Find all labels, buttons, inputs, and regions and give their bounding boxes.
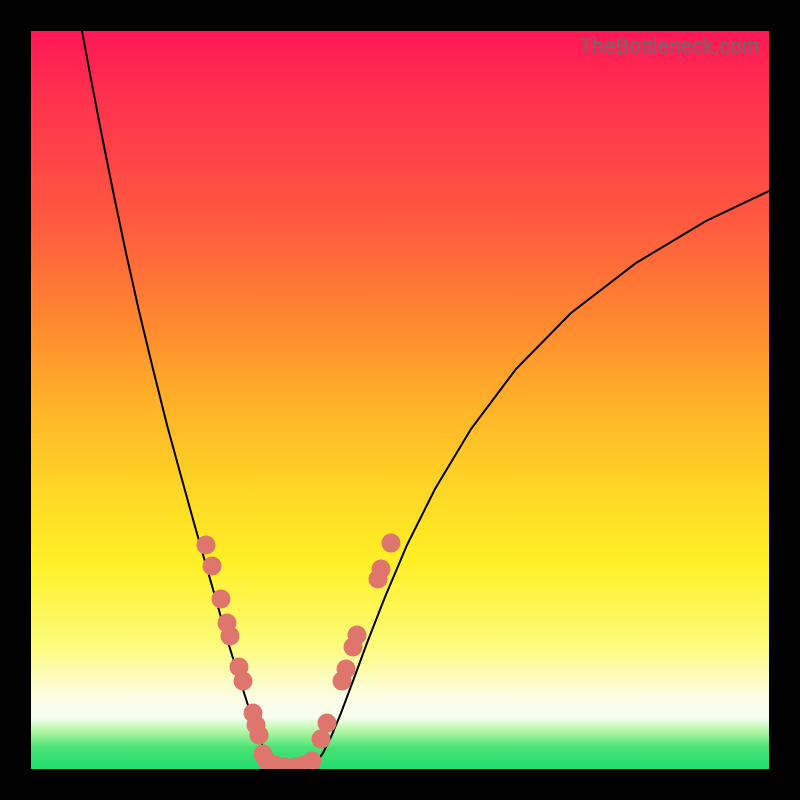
data-dot [221,627,240,646]
data-dot [303,752,322,770]
data-dot [372,560,391,579]
data-dot [203,557,222,576]
frame: TheBottleneck.com [0,0,800,800]
dot-layer [197,534,401,770]
plot-area: TheBottleneck.com [31,31,769,769]
data-dot [212,590,231,609]
data-dot [197,536,216,555]
data-dot [337,660,356,679]
data-dot [318,714,337,733]
data-dot [348,626,367,645]
curve-right [316,191,769,763]
data-dot [382,534,401,553]
data-dot [234,672,253,691]
curve-left [82,31,272,765]
data-dot [250,726,269,745]
chart-svg [31,31,769,769]
